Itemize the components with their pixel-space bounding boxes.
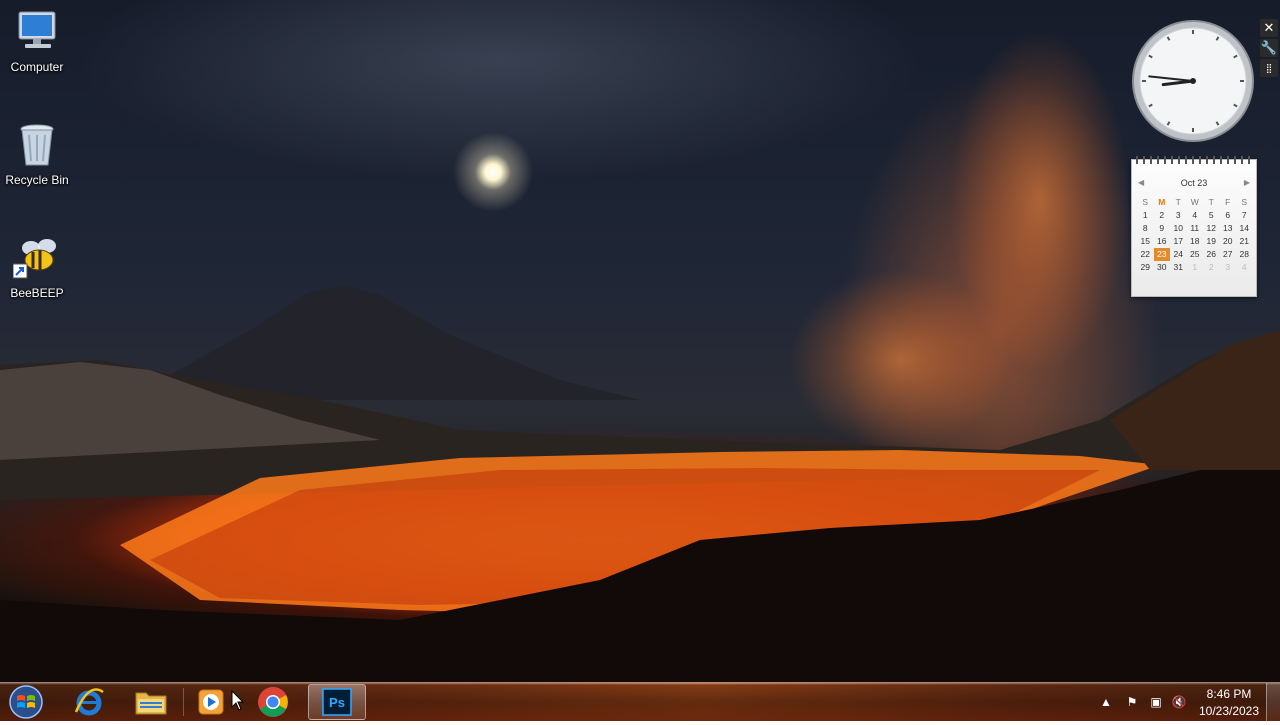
calendar-day[interactable]: 1 — [1137, 209, 1154, 222]
calendar-month-label: Oct 23 — [1180, 178, 1208, 188]
taskbar-windows-explorer[interactable] — [124, 684, 178, 720]
calendar-day[interactable]: 9 — [1154, 222, 1171, 235]
calendar-weekday: S — [1142, 197, 1149, 207]
calendar-day[interactable]: 8 — [1137, 222, 1154, 235]
calendar-weekday: S — [1241, 197, 1248, 207]
calendar-day[interactable]: 23 — [1153, 248, 1170, 261]
show-desktop-button[interactable] — [1266, 683, 1280, 721]
taskbar-chrome[interactable] — [246, 684, 300, 720]
show-hidden-icons[interactable]: ▲ — [1098, 694, 1114, 710]
calendar-day[interactable]: 3 — [1220, 261, 1237, 274]
calendar-day[interactable]: 3 — [1170, 209, 1187, 222]
calendar-day[interactable]: 22 — [1137, 248, 1154, 261]
calendar-day[interactable]: 5 — [1203, 209, 1220, 222]
calendar-day[interactable]: 30 — [1154, 261, 1171, 274]
calendar-day[interactable]: 14 — [1236, 222, 1253, 235]
taskbar-photoshop[interactable]: Ps — [308, 684, 366, 720]
mouse-cursor-icon — [231, 690, 245, 711]
calendar-day[interactable]: 25 — [1187, 248, 1204, 261]
calendar-day[interactable]: 31 — [1170, 261, 1187, 274]
start-button[interactable] — [6, 684, 46, 720]
calendar-day[interactable]: 26 — [1203, 248, 1220, 261]
calendar-weekday: M — [1158, 197, 1166, 207]
options-wrench-icon[interactable]: 🔧 — [1260, 39, 1278, 57]
calendar-day[interactable]: 24 — [1170, 248, 1187, 261]
desktop-icon-label: BeeBEEP — [10, 286, 64, 300]
calendar-day[interactable]: 20 — [1220, 235, 1237, 248]
gadget-toolbar: ✕ 🔧 ⣿ — [1258, 18, 1280, 79]
taskbar-internet-explorer[interactable] — [62, 684, 116, 720]
calendar-day[interactable]: 19 — [1203, 235, 1220, 248]
calendar-day[interactable]: 12 — [1203, 222, 1220, 235]
calendar-weekday: T — [1208, 197, 1214, 207]
windows-logo-icon — [9, 685, 43, 719]
calendar-day[interactable]: 21 — [1236, 235, 1253, 248]
calendar-day[interactable]: 7 — [1236, 209, 1253, 222]
calendar-day[interactable]: 4 — [1236, 261, 1253, 274]
chrome-icon — [258, 687, 288, 717]
photoshop-label: Ps — [329, 695, 345, 710]
desktop-icon-label: Computer — [10, 60, 64, 74]
calendar-day[interactable]: 6 — [1220, 209, 1237, 222]
internet-explorer-icon — [74, 688, 104, 716]
clock-gadget[interactable] — [1131, 19, 1255, 143]
calendar-weekday: T — [1175, 197, 1181, 207]
calendar-binding — [1136, 156, 1252, 164]
tray-clock-date[interactable]: 10/23/2023 — [1192, 704, 1266, 718]
calendar-gadget[interactable]: ◀ Oct 23 ▶ S M T W T F S 1 2 3 4 5 6 7 8 9 10 11 12 13 14 15 1… — [1131, 156, 1257, 297]
tray-clock-time[interactable]: 8:46 PM — [1192, 687, 1266, 701]
calendar-day[interactable]: 10 — [1170, 222, 1187, 235]
calendar-weekday: W — [1190, 197, 1199, 207]
photoshop-icon: Ps — [322, 688, 352, 716]
computer-icon — [13, 8, 61, 56]
media-player-icon — [198, 689, 224, 715]
calendar-day[interactable]: 15 — [1137, 235, 1154, 248]
beebeep-icon — [12, 234, 61, 282]
folder-icon — [135, 692, 167, 715]
desktop-icon-label: Recycle Bin — [5, 173, 69, 187]
calendar-day[interactable]: 4 — [1187, 209, 1204, 222]
taskbar-media-player[interactable] — [184, 684, 238, 720]
network-icon[interactable]: ▣ — [1148, 694, 1164, 710]
calendar-day[interactable]: 18 — [1187, 235, 1204, 248]
previous-month-icon[interactable]: ◀ — [1138, 178, 1144, 187]
calendar-day[interactable]: 27 — [1220, 248, 1237, 261]
calendar-weekday: F — [1225, 197, 1231, 207]
calendar-day[interactable]: 13 — [1220, 222, 1237, 235]
calendar-day[interactable]: 2 — [1203, 261, 1220, 274]
desktop-icon-computer[interactable]: Computer — [0, 8, 74, 74]
volume-muted-icon[interactable]: 🔇 — [1171, 694, 1187, 710]
recycle-bin-icon — [13, 121, 61, 169]
calendar-day[interactable]: 2 — [1154, 209, 1171, 222]
calendar-header: ◀ Oct 23 ▶ — [1132, 178, 1256, 192]
calendar-day[interactable]: 29 — [1137, 261, 1154, 274]
analog-clock-face — [1132, 20, 1254, 142]
drag-handle-icon[interactable]: ⣿ — [1260, 59, 1278, 77]
calendar-day[interactable]: 28 — [1236, 248, 1253, 261]
calendar-day[interactable]: 16 — [1154, 235, 1171, 248]
wallpaper-scenery — [0, 30, 1280, 682]
desktop-icon-recycle-bin[interactable]: Recycle Bin — [0, 121, 74, 187]
close-icon[interactable]: ✕ — [1260, 19, 1278, 37]
calendar-day[interactable]: 17 — [1170, 235, 1187, 248]
action-center-icon[interactable]: ⚑ — [1124, 694, 1140, 710]
desktop-icon-beebeep[interactable]: BeeBEEP — [0, 234, 74, 300]
calendar-day[interactable]: 1 — [1187, 261, 1204, 274]
next-month-icon[interactable]: ▶ — [1244, 178, 1250, 187]
calendar-grid: S M T W T F S 1 2 3 4 5 6 7 8 9 10 11 12 13 14 15 16 17 18 19 20 21… — [1137, 196, 1253, 274]
desktop-wallpaper[interactable]: Computer Recycle Bin BeeBEEP ✕ 🔧 ⣿ ◀ Oct… — [0, 0, 1280, 682]
taskbar: Ps ▲ ⚑ ▣ 🔇 8:46 PM 10/23/2023 — [0, 682, 1280, 721]
calendar-day[interactable]: 11 — [1187, 222, 1204, 235]
